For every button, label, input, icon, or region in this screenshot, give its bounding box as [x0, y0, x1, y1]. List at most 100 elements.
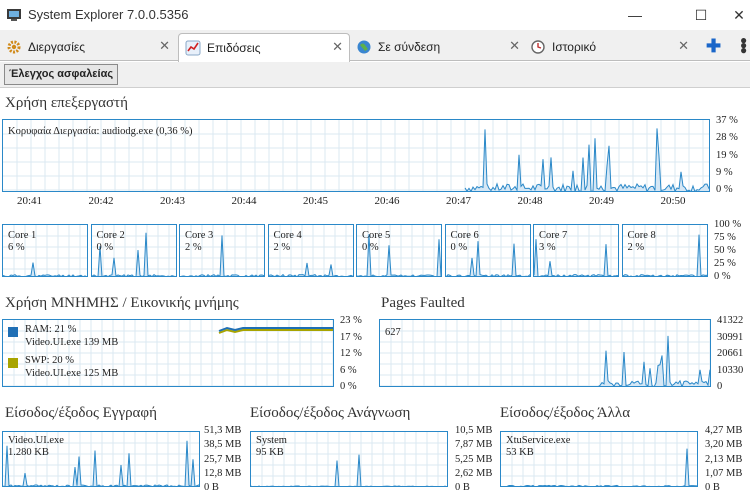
io-write-y-tick: 25,7 MB — [204, 453, 242, 465]
pages-title: Pages Faulted — [381, 295, 465, 311]
core-name: Core 1 — [8, 230, 37, 241]
core-graph: Core 73 % — [533, 224, 619, 277]
window-title: System Explorer 7.0.0.5356 — [28, 7, 189, 22]
cpu-x-tick: 20:45 — [303, 195, 329, 207]
io-other-y-tick: 2,13 MB — [705, 453, 743, 465]
io-other-process: XtuService.exe — [506, 435, 571, 446]
io-read-title: Είσοδος/έξοδος Ανάγνωση — [250, 405, 411, 421]
pages-y-tick: 10330 — [717, 364, 744, 376]
io-write-y-tick: 51,3 MB — [204, 425, 242, 436]
cpu-title: Χρήση επεξεργαστή — [5, 95, 128, 111]
core-name: Core 5 — [362, 230, 391, 241]
core-name: Core 6 — [450, 230, 479, 241]
cpu-peak-process: Κορυφαία Διεργασία: audiodg.exe (0,36 %) — [8, 126, 193, 137]
title-bar: System Explorer 7.0.0.5356 — ☐ ✕ — [0, 0, 750, 30]
core-name: Core 8 — [627, 230, 656, 241]
memory-y-tick: 6 % — [340, 364, 357, 376]
add-tab-icon[interactable]: ✚ — [706, 36, 721, 57]
io-read-graph: System 95 KB — [250, 431, 448, 487]
globe-icon — [357, 40, 371, 54]
cpu-x-tick: 20:46 — [374, 195, 400, 207]
cpu-x-tick: 20:41 — [17, 195, 43, 207]
tab-processes[interactable]: Διεργασίες ✕ — [6, 33, 176, 61]
cores-y-tick: 100 % — [714, 219, 742, 230]
security-check-button[interactable]: Έλεγχος ασφαλείας — [4, 64, 119, 85]
core-value: 2 % — [273, 242, 291, 253]
tab-label: Σε σύνδεση — [378, 40, 441, 54]
core-value: 2 % — [185, 242, 202, 253]
app-icon — [7, 9, 21, 21]
memory-title: Χρήση ΜΝΗΜΗΣ / Εικονικής μνήμης — [5, 295, 239, 311]
pages-graph: 627 — [379, 319, 711, 387]
cpu-y-tick: 9 % — [716, 166, 733, 178]
memory-y-tick: 17 % — [340, 331, 362, 343]
io-read-y-tick: 7,87 MB — [455, 439, 493, 451]
io-write-y-tick: 0 B — [204, 482, 219, 493]
ram-label: RAM: 21 % — [25, 324, 77, 335]
io-write-y-tick: 12,8 MB — [204, 467, 242, 479]
memory-graph: RAM: 21 % Video.UI.exe 139 MB SWP: 20 % … — [2, 319, 334, 387]
core-value: 6 % — [8, 242, 25, 253]
gear-icon — [7, 40, 21, 54]
io-other-title: Είσοδος/έξοδος Άλλα — [500, 405, 631, 421]
clock-icon — [531, 40, 545, 54]
memory-y-tick: 23 % — [340, 315, 362, 326]
core-graph: Core 16 % — [2, 224, 88, 277]
ram-legend-swatch — [8, 327, 18, 337]
cpu-x-tick: 20:49 — [589, 195, 615, 207]
cpu-x-tick: 20:47 — [446, 195, 472, 207]
pages-y-tick: 41322 — [717, 315, 744, 326]
pages-y-tick: 0 — [717, 381, 723, 392]
core-value: 0 % — [96, 242, 114, 253]
core-graph: Core 20 % — [90, 224, 177, 277]
tab-close-icon[interactable]: ✕ — [159, 38, 170, 54]
tab-close-icon[interactable]: ✕ — [509, 38, 520, 54]
cpu-x-tick: 20:43 — [160, 195, 186, 207]
core-value: 2 % — [627, 242, 645, 253]
core-value: 3 % — [539, 242, 556, 253]
io-read-y-tick: 2,62 MB — [455, 467, 493, 479]
io-other-graph: XtuService.exe 53 KB — [500, 431, 698, 487]
tab-label: Επιδόσεις — [207, 41, 261, 55]
tab-history[interactable]: Ιστορικό ✕ — [530, 33, 695, 61]
cpu-y-tick: 28 % — [716, 132, 738, 144]
pages-y-tick: 20661 — [717, 348, 744, 359]
tab-performance[interactable]: Επιδόσεις ✕ — [178, 33, 350, 62]
core-name: Core 3 — [185, 230, 214, 241]
io-read-y-tick: 0 B — [455, 482, 470, 493]
performance-icon — [185, 40, 201, 56]
cpu-y-tick: 19 % — [716, 149, 738, 161]
io-other-y-tick: 4,27 MB — [705, 425, 743, 436]
io-read-y-tick: 10,5 MB — [455, 425, 493, 436]
core-value: 0 % — [362, 242, 379, 253]
core-graph: Core 60 % — [444, 224, 531, 277]
io-write-y-tick: 38,5 MB — [204, 439, 242, 451]
cpu-x-tick: 20:44 — [231, 195, 257, 207]
cores-y-tick: 50 % — [714, 245, 736, 256]
core-name: Core 7 — [539, 230, 568, 241]
io-write-value: 1.280 KB — [8, 447, 49, 458]
io-other-y-tick: 3,20 MB — [705, 439, 743, 451]
swp-legend-swatch — [8, 358, 18, 368]
minimize-button[interactable]: — — [612, 0, 658, 30]
core-graph: Core 42 % — [267, 224, 354, 277]
io-read-y-tick: 5,25 MB — [455, 453, 493, 465]
close-button[interactable]: ✕ — [716, 0, 750, 30]
cpu-x-tick: 20:42 — [88, 195, 114, 207]
tab-close-icon[interactable]: ✕ — [332, 39, 343, 55]
menu-icon[interactable]: ● ● ● — [740, 34, 747, 56]
cpu-x-tick: 20:50 — [660, 195, 686, 207]
core-graph: Core 82 % — [621, 224, 708, 277]
cpu-graph: Κορυφαία Διεργασία: audiodg.exe (0,36 %) — [2, 119, 710, 192]
tab-label: Διεργασίες — [28, 40, 85, 54]
swp-process: Video.UI.exe 125 MB — [25, 368, 119, 379]
io-other-y-tick: 0 B — [705, 482, 720, 493]
core-value: 0 % — [450, 242, 468, 253]
tab-close-icon[interactable]: ✕ — [678, 38, 689, 54]
core-graph: Core 50 % — [356, 224, 442, 277]
core-name: Core 2 — [96, 230, 125, 241]
cores-y-tick: 25 % — [714, 258, 736, 269]
cores-y-tick: 0 % — [714, 271, 731, 282]
memory-y-tick: 12 % — [340, 348, 362, 359]
tab-online[interactable]: Σε σύνδεση ✕ — [356, 33, 526, 61]
